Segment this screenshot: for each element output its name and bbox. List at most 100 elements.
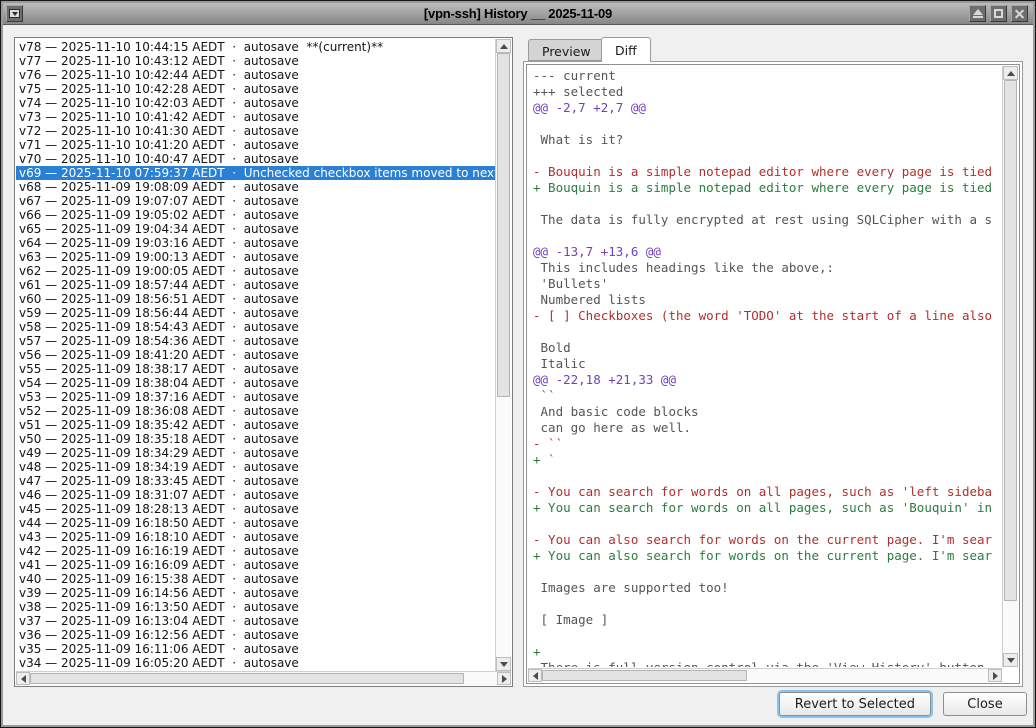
diff-line (533, 516, 1002, 532)
list-item[interactable]: v38 — 2025-11-09 16:13:50 AEDT · autosav… (19, 600, 495, 614)
scrollbar-track[interactable] (542, 669, 988, 682)
list-item[interactable]: v70 — 2025-11-10 10:40:47 AEDT · autosav… (19, 152, 495, 166)
scroll-down-button[interactable] (1003, 653, 1018, 667)
history-hscrollbar[interactable] (16, 671, 511, 685)
list-item[interactable]: v62 — 2025-11-09 19:00:05 AEDT · autosav… (19, 264, 495, 278)
list-item[interactable]: v59 — 2025-11-09 18:56:44 AEDT · autosav… (19, 306, 495, 320)
titlebar-close-button[interactable] (1011, 5, 1028, 22)
list-item[interactable]: v78 — 2025-11-10 10:44:15 AEDT · autosav… (19, 40, 495, 54)
list-item[interactable]: v64 — 2025-11-09 19:03:16 AEDT · autosav… (19, 236, 495, 250)
diff-line: Bold (533, 340, 1002, 356)
list-item[interactable]: v43 — 2025-11-09 16:18:10 AEDT · autosav… (19, 530, 495, 544)
diff-line: The data is fully encrypted at rest usin… (533, 212, 1002, 228)
list-item[interactable]: v66 — 2025-11-09 19:05:02 AEDT · autosav… (19, 208, 495, 222)
titlebar[interactable]: [vpn-ssh] History __ 2025-11-09 (3, 3, 1033, 25)
arrow-down-icon (500, 662, 508, 667)
scroll-up-button[interactable] (1003, 66, 1018, 80)
window-menu-icon (9, 9, 20, 18)
list-item[interactable]: v77 — 2025-11-10 10:43:12 AEDT · autosav… (19, 54, 495, 68)
list-item[interactable]: v72 — 2025-11-10 10:41:30 AEDT · autosav… (19, 124, 495, 138)
diff-line: This includes headings like the above,: (533, 260, 1002, 276)
tab-preview[interactable]: Preview (528, 39, 605, 61)
list-item[interactable]: v55 — 2025-11-09 18:38:17 AEDT · autosav… (19, 362, 495, 376)
diff-line: +++ selected (533, 84, 1002, 100)
arrow-up-icon (1007, 71, 1015, 76)
arrow-down-icon (1007, 658, 1015, 663)
list-item[interactable]: v71 — 2025-11-10 10:41:20 AEDT · autosav… (19, 138, 495, 152)
revert-button[interactable]: Revert to Selected (779, 692, 931, 716)
tab-diff[interactable]: Diff (601, 37, 651, 62)
arrow-right-icon (993, 672, 998, 680)
diff-line: + You can also search for words on the c… (533, 548, 1002, 564)
list-item[interactable]: v65 — 2025-11-09 19:04:34 AEDT · autosav… (19, 222, 495, 236)
scrollbar-thumb[interactable] (542, 670, 747, 681)
list-item[interactable]: v34 — 2025-11-09 16:05:20 AEDT · autosav… (19, 656, 495, 670)
list-item[interactable]: v60 — 2025-11-09 18:56:51 AEDT · autosav… (19, 292, 495, 306)
list-item[interactable]: v51 — 2025-11-09 18:35:42 AEDT · autosav… (19, 418, 495, 432)
list-item[interactable]: v52 — 2025-11-09 18:36:08 AEDT · autosav… (19, 404, 495, 418)
list-item[interactable]: v50 — 2025-11-09 18:35:18 AEDT · autosav… (19, 432, 495, 446)
scrollbar-thumb[interactable] (30, 673, 464, 684)
list-item[interactable]: v42 — 2025-11-09 16:16:19 AEDT · autosav… (19, 544, 495, 558)
arrow-right-icon (502, 675, 507, 683)
list-item[interactable]: v73 — 2025-11-10 10:41:42 AEDT · autosav… (19, 110, 495, 124)
list-item[interactable]: v63 — 2025-11-09 19:00:13 AEDT · autosav… (19, 250, 495, 264)
list-item[interactable]: v56 — 2025-11-09 18:41:20 AEDT · autosav… (19, 348, 495, 362)
diff-vscrollbar[interactable] (1002, 66, 1018, 667)
scroll-left-button[interactable] (528, 669, 542, 682)
diff-hscrollbar[interactable] (528, 668, 1002, 682)
list-item[interactable]: v75 — 2025-11-10 10:42:28 AEDT · autosav… (19, 82, 495, 96)
diff-line: + You can search for words on all pages,… (533, 500, 1002, 516)
list-item[interactable]: v45 — 2025-11-09 18:28:13 AEDT · autosav… (19, 502, 495, 516)
list-item[interactable]: v41 — 2025-11-09 16:16:09 AEDT · autosav… (19, 558, 495, 572)
diff-line: @@ -2,7 +2,7 @@ (533, 100, 1002, 116)
history-vscrollbar[interactable] (495, 39, 511, 671)
list-item[interactable]: v54 — 2025-11-09 18:38:04 AEDT · autosav… (19, 376, 495, 390)
diff-line (533, 148, 1002, 164)
scroll-right-button[interactable] (497, 672, 511, 685)
close-button[interactable]: Close (943, 692, 1027, 716)
arrow-left-icon (21, 675, 26, 683)
list-item[interactable]: v53 — 2025-11-09 18:37:16 AEDT · autosav… (19, 390, 495, 404)
scrollbar-thumb[interactable] (1004, 80, 1017, 601)
list-item[interactable]: v39 — 2025-11-09 16:14:56 AEDT · autosav… (19, 586, 495, 600)
list-item[interactable]: v40 — 2025-11-09 16:15:38 AEDT · autosav… (19, 572, 495, 586)
scroll-up-button[interactable] (496, 39, 511, 53)
list-item[interactable]: v67 — 2025-11-09 19:07:07 AEDT · autosav… (19, 194, 495, 208)
list-item[interactable]: v76 — 2025-11-10 10:42:44 AEDT · autosav… (19, 68, 495, 82)
history-list[interactable]: v78 — 2025-11-10 10:44:15 AEDT · autosav… (16, 39, 495, 671)
diff-line: `` (533, 388, 1002, 404)
list-item[interactable]: v44 — 2025-11-09 16:18:50 AEDT · autosav… (19, 516, 495, 530)
close-icon (1014, 8, 1025, 19)
diff-pane: --- current+++ selected@@ -2,7 +2,7 @@ W… (523, 61, 1023, 687)
scroll-right-button[interactable] (988, 669, 1002, 682)
list-item[interactable]: v57 — 2025-11-09 18:54:36 AEDT · autosav… (19, 334, 495, 348)
maximize-button[interactable] (990, 5, 1007, 22)
diff-line: What is it? (533, 132, 1002, 148)
diff-text-widget[interactable]: --- current+++ selected@@ -2,7 +2,7 @@ W… (526, 64, 1020, 684)
window-menu-button[interactable] (6, 5, 23, 22)
diff-line: --- current (533, 68, 1002, 84)
diff-line (533, 564, 1002, 580)
scrollbar-track[interactable] (30, 672, 497, 685)
list-item[interactable]: v47 — 2025-11-09 18:33:45 AEDT · autosav… (19, 474, 495, 488)
shade-button[interactable] (969, 5, 986, 22)
list-item[interactable]: v36 — 2025-11-09 16:12:56 AEDT · autosav… (19, 628, 495, 642)
list-item[interactable]: v35 — 2025-11-09 16:11:06 AEDT · autosav… (19, 642, 495, 656)
list-item[interactable]: v74 — 2025-11-10 10:42:03 AEDT · autosav… (19, 96, 495, 110)
list-item[interactable]: v49 — 2025-11-09 18:34:29 AEDT · autosav… (19, 446, 495, 460)
arrow-up-icon (500, 44, 508, 49)
scroll-down-button[interactable] (496, 657, 511, 671)
scrollbar-track[interactable] (1003, 80, 1018, 653)
list-item[interactable]: v69 — 2025-11-10 07:59:37 AEDT · Uncheck… (16, 166, 495, 180)
list-item[interactable]: v48 — 2025-11-09 18:34:19 AEDT · autosav… (19, 460, 495, 474)
list-item[interactable]: v46 — 2025-11-09 18:31:07 AEDT · autosav… (19, 488, 495, 502)
scrollbar-track[interactable] (496, 53, 511, 657)
list-item[interactable]: v58 — 2025-11-09 18:54:43 AEDT · autosav… (19, 320, 495, 334)
scroll-left-button[interactable] (16, 672, 30, 685)
diff-line (533, 596, 1002, 612)
list-item[interactable]: v61 — 2025-11-09 18:57:44 AEDT · autosav… (19, 278, 495, 292)
list-item[interactable]: v37 — 2025-11-09 16:13:04 AEDT · autosav… (19, 614, 495, 628)
list-item[interactable]: v68 — 2025-11-09 19:08:09 AEDT · autosav… (19, 180, 495, 194)
scrollbar-thumb[interactable] (497, 53, 510, 397)
